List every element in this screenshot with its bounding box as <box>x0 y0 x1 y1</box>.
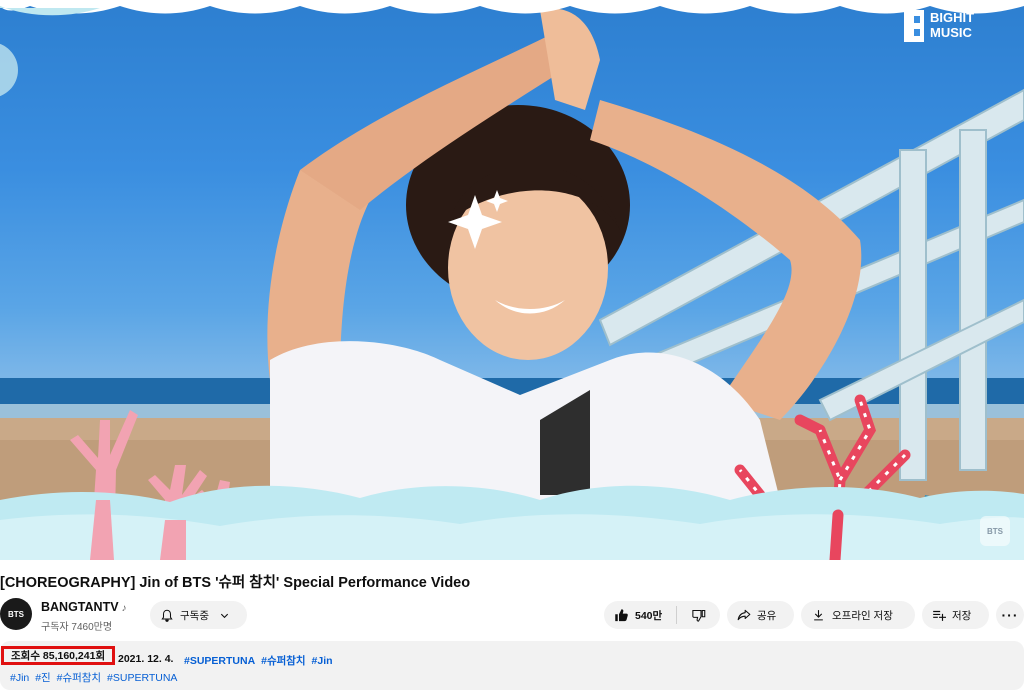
like-count: 540만 <box>635 609 663 622</box>
download-label: 오프라인 저장 <box>832 609 893 622</box>
channel-name-text[interactable]: BANGTANTV <box>41 600 119 614</box>
thumbs-down-icon <box>692 609 706 622</box>
channel-avatar[interactable]: BTS <box>0 598 32 630</box>
like-dislike-group: 540만 <box>604 601 720 629</box>
description-box[interactable]: 조회수 85,160,241회 2021. 12. 4. #SUPERTUNA … <box>0 641 1024 690</box>
subscribed-button[interactable]: 구독중 <box>150 601 247 629</box>
hashtags-description: #Jin #진 #슈퍼참치 #SUPERTUNA <box>10 670 180 685</box>
video-title: [CHOREOGRAPHY] Jin of BTS '슈퍼 참치' Specia… <box>0 575 471 591</box>
music-note-icon: ♪ <box>121 603 127 614</box>
download-button[interactable]: 오프라인 저장 <box>801 601 915 629</box>
video-player[interactable]: BIGHIT MUSIC BTS <box>0 0 1024 560</box>
share-button[interactable]: 공유 <box>727 601 794 629</box>
hashtags-top: #SUPERTUNA #슈퍼참치 #Jin <box>184 653 336 668</box>
share-label: 공유 <box>757 609 777 622</box>
hashtag-link[interactable]: #슈퍼참치 <box>57 672 101 684</box>
more-actions-button[interactable]: ··· <box>996 601 1024 629</box>
video-frame-illustration <box>0 0 1024 560</box>
hashtag-link[interactable]: #Jin <box>312 655 333 667</box>
hashtag-link[interactable]: #진 <box>35 672 51 684</box>
thumbs-up-icon <box>615 608 628 621</box>
save-label: 저장 <box>952 609 972 622</box>
bts-corner-badge: BTS <box>980 516 1010 546</box>
view-count-highlight: 조회수 85,160,241회 <box>1 646 116 665</box>
bighit-logo-icon <box>904 10 924 42</box>
view-count: 조회수 85,160,241회 <box>11 650 106 662</box>
bell-icon <box>161 609 173 622</box>
share-icon <box>737 609 751 621</box>
bighit-music-watermark: BIGHIT MUSIC <box>902 8 994 46</box>
like-button[interactable]: 540만 <box>604 601 676 629</box>
upload-date: 2021. 12. 4. <box>118 653 174 665</box>
chevron-down-icon <box>220 613 229 618</box>
hashtag-link[interactable]: #SUPERTUNA <box>184 655 255 667</box>
hashtag-link[interactable]: #SUPERTUNA <box>107 672 177 684</box>
download-icon <box>814 610 823 621</box>
playlist-add-icon <box>933 610 946 621</box>
subscriber-count: 구독자 7460만명 <box>41 622 113 633</box>
hashtag-link[interactable]: #슈퍼참치 <box>261 655 305 667</box>
watermark-text: BIGHIT MUSIC <box>930 10 975 40</box>
save-button[interactable]: 저장 <box>922 601 989 629</box>
channel-name[interactable]: BANGTANTV ♪ <box>41 600 127 614</box>
subscribe-label: 구독중 <box>180 609 209 622</box>
dislike-button[interactable] <box>677 601 720 629</box>
hashtag-link[interactable]: #Jin <box>10 672 29 684</box>
